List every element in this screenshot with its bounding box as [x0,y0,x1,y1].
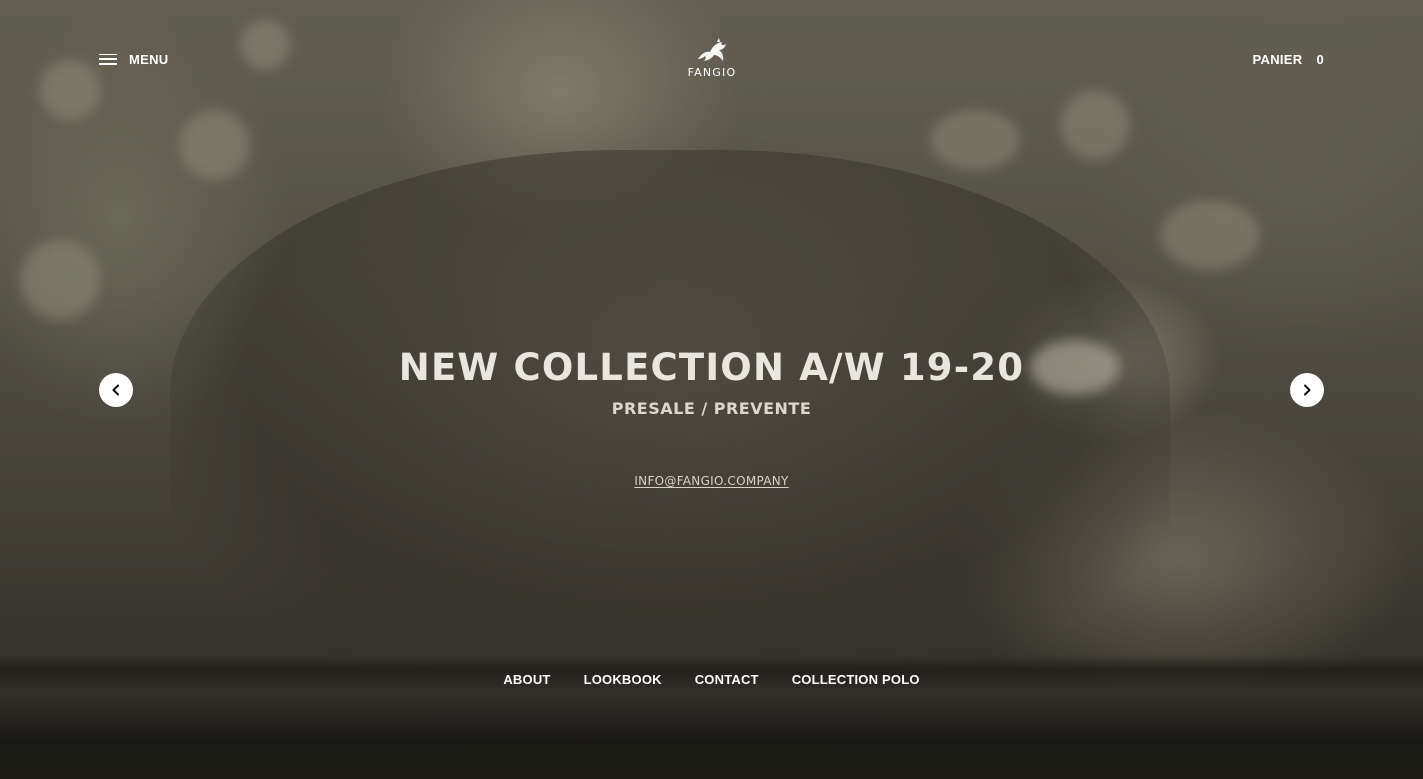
email-link[interactable]: INFO@FANGIO.COMPANY [634,474,788,488]
previous-slide-button[interactable] [99,373,133,407]
cart-count: 0 [1316,51,1324,67]
hero-title: NEW COLLECTION A/W 19-20 [398,346,1025,389]
cart-label: PANIER [1252,51,1303,67]
chevron-left-icon [112,384,119,396]
menu-button[interactable]: MENU [99,50,168,68]
chevron-right-icon [1304,384,1311,396]
logo-link[interactable]: FANGIO [684,37,740,81]
next-slide-button[interactable] [1290,373,1324,407]
cart-button[interactable]: PANIER 0 [1253,50,1325,68]
menu-label: MENU [129,51,169,67]
hero-background [0,0,1423,779]
hero-subtitle: PRESALE / PREVENTE [611,399,812,418]
hamburger-icon [99,53,117,65]
footer-nav: ABOUT LOOKBOOK CONTACT COLLECTION POLO [0,672,1423,687]
lion-icon [698,38,726,61]
nav-lookbook[interactable]: LOOKBOOK [584,672,662,687]
nav-contact[interactable]: CONTACT [695,672,759,687]
nav-collection-polo[interactable]: COLLECTION POLO [792,672,920,687]
logo-text: FANGIO [687,66,737,79]
email-link-wrapper: INFO@FANGIO.COMPANY [0,474,1423,488]
nav-about[interactable]: ABOUT [503,672,550,687]
